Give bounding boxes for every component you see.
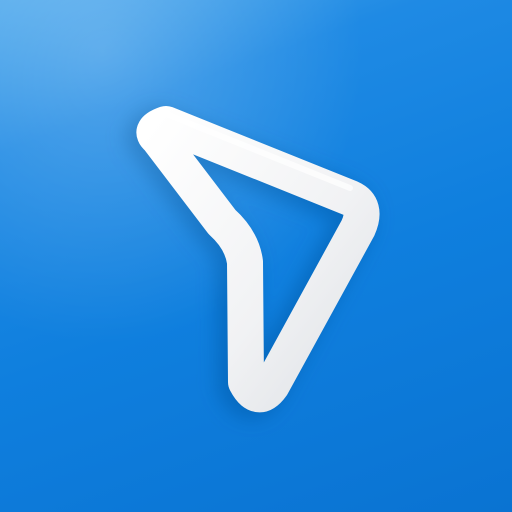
app-icon[interactable]: [0, 0, 512, 512]
glyph-outline: [136, 106, 380, 413]
navigation-arrow-icon: [125, 106, 380, 420]
